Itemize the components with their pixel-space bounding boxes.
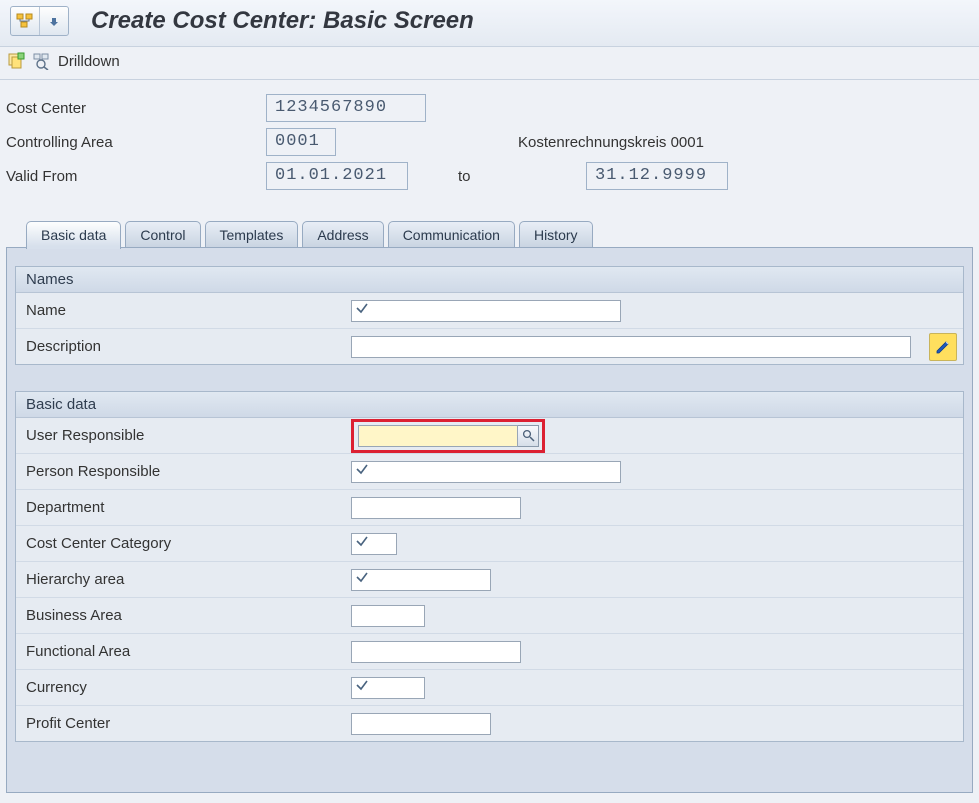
cost-center-label: Cost Center <box>6 100 266 117</box>
functional-area-input[interactable] <box>351 641 521 663</box>
title-bar: Create Cost Center: Basic Screen <box>0 0 979 47</box>
header-fields: Cost Center 1234567890 Controlling Area … <box>0 80 979 196</box>
valid-from-label: Valid From <box>6 168 266 185</box>
profit-center-input[interactable] <box>351 713 491 735</box>
valid-to-label: to <box>446 168 506 185</box>
search-help-icon <box>522 429 535 442</box>
copy-icon[interactable] <box>6 51 26 71</box>
tab-strip: Basic data Control Templates Address Com… <box>6 220 973 248</box>
person-responsible-input[interactable] <box>351 461 621 483</box>
hierarchy-input[interactable] <box>351 569 491 591</box>
user-responsible-highlight <box>351 419 545 453</box>
cost-center-value: 1234567890 <box>266 94 426 122</box>
user-responsible-f4-button[interactable] <box>518 425 539 447</box>
tab-address[interactable]: Address <box>302 221 383 249</box>
dropdown-arrow-icon <box>40 7 68 35</box>
group-names-title: Names <box>16 267 963 293</box>
user-responsible-label: User Responsible <box>16 427 351 444</box>
user-responsible-input[interactable] <box>358 425 518 447</box>
row-description: Description <box>16 328 963 364</box>
department-label: Department <box>16 499 351 516</box>
row-functional-area: Functional Area <box>16 633 963 669</box>
hierarchy-icon <box>11 7 40 35</box>
drilldown-button[interactable]: Drilldown <box>58 53 120 70</box>
description-label: Description <box>16 338 351 355</box>
drilldown-icon[interactable] <box>32 51 52 71</box>
tab-region: Basic data Control Templates Address Com… <box>0 220 979 793</box>
tab-history[interactable]: History <box>519 221 593 249</box>
tab-body: Names Name Description <box>6 247 973 793</box>
currency-input[interactable] <box>351 677 425 699</box>
row-cc-category: Cost Center Category <box>16 525 963 561</box>
group-basic-data: Basic data User Responsible <box>15 391 964 742</box>
row-department: Department <box>16 489 963 525</box>
currency-label: Currency <box>16 679 351 696</box>
profit-center-label: Profit Center <box>16 715 351 732</box>
controlling-area-label: Controlling Area <box>6 134 266 151</box>
cc-category-input[interactable] <box>351 533 397 555</box>
name-label: Name <box>16 302 351 319</box>
department-input[interactable] <box>351 497 521 519</box>
tab-communication[interactable]: Communication <box>388 221 515 249</box>
edit-long-text-button[interactable] <box>929 333 957 361</box>
cc-category-label: Cost Center Category <box>16 535 351 552</box>
valid-from-value: 01.01.2021 <box>266 162 408 190</box>
business-area-input[interactable] <box>351 605 425 627</box>
tab-basic-data[interactable]: Basic data <box>26 221 121 249</box>
tab-templates[interactable]: Templates <box>205 221 299 249</box>
row-name: Name <box>16 293 963 328</box>
group-names: Names Name Description <box>15 266 964 365</box>
row-currency: Currency <box>16 669 963 705</box>
row-profit-center: Profit Center <box>16 705 963 741</box>
functional-area-label: Functional Area <box>16 643 351 660</box>
name-input[interactable] <box>351 300 621 322</box>
page-title: Create Cost Center: Basic Screen <box>87 7 969 35</box>
pencil-icon <box>935 339 951 355</box>
row-hierarchy: Hierarchy area <box>16 561 963 597</box>
valid-to-value: 31.12.9999 <box>586 162 728 190</box>
title-toolbar-button[interactable] <box>10 6 69 36</box>
row-business-area: Business Area <box>16 597 963 633</box>
tab-control[interactable]: Control <box>125 221 200 249</box>
description-input[interactable] <box>351 336 911 358</box>
group-basic-data-title: Basic data <box>16 392 963 418</box>
business-area-label: Business Area <box>16 607 351 624</box>
secondary-toolbar: Drilldown <box>0 47 979 80</box>
row-user-responsible: User Responsible <box>16 418 963 453</box>
hierarchy-label: Hierarchy area <box>16 571 351 588</box>
person-responsible-label: Person Responsible <box>16 463 351 480</box>
controlling-area-value: 0001 <box>266 128 336 156</box>
row-person-responsible: Person Responsible <box>16 453 963 489</box>
controlling-area-text: Kostenrechnungskreis 0001 <box>506 134 973 151</box>
